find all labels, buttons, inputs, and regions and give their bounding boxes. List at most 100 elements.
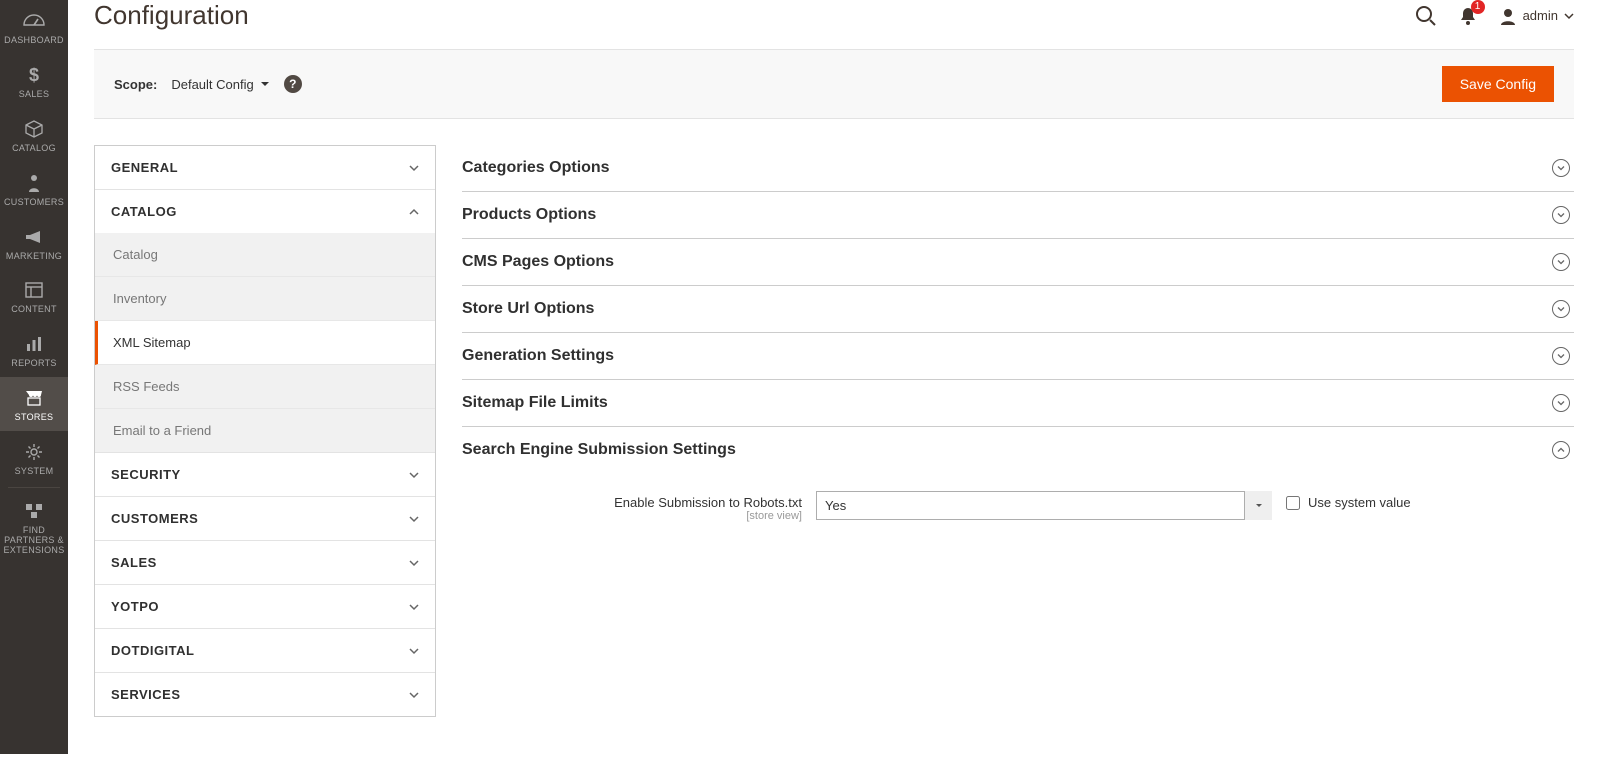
chevron-up-icon xyxy=(409,207,419,217)
robots-select[interactable]: Yes xyxy=(816,491,1272,520)
nav-label: CATALOG xyxy=(10,144,58,154)
config-group-yotpo: YOTPO xyxy=(95,585,435,629)
nav-content[interactable]: CONTENT xyxy=(0,269,68,323)
config-group-sales: SALES xyxy=(95,541,435,585)
config-group-services: SERVICES xyxy=(95,673,435,716)
nav-catalog[interactable]: CATALOG xyxy=(0,108,68,162)
section-title: Store Url Options xyxy=(462,300,594,318)
config-item-catalog[interactable]: Catalog xyxy=(95,233,435,277)
chevron-down-icon xyxy=(409,470,419,480)
section-store-url-options[interactable]: Store Url Options xyxy=(462,286,1574,333)
use-system-value-checkbox[interactable] xyxy=(1286,496,1300,510)
config-layout: GENERAL CATALOG Catalog Inventory XML Si… xyxy=(94,145,1574,717)
search-button[interactable] xyxy=(1415,5,1437,27)
main-content: Configuration 1 admin Scope: Default Con… xyxy=(68,0,1600,757)
nav-sales[interactable]: $ SALES xyxy=(0,54,68,108)
section-title: CMS Pages Options xyxy=(462,253,614,271)
nav-stores[interactable]: STORES xyxy=(0,377,68,431)
section-categories-options[interactable]: Categories Options xyxy=(462,145,1574,192)
section-search-engine-submission[interactable]: Search Engine Submission Settings xyxy=(462,427,1574,473)
page-title: Configuration xyxy=(94,0,249,31)
box-icon xyxy=(24,118,44,140)
expand-icon xyxy=(1552,253,1570,271)
chevron-down-icon xyxy=(409,690,419,700)
nav-label: REPORTS xyxy=(9,359,58,369)
nav-label: SALES xyxy=(17,90,52,100)
section-products-options[interactable]: Products Options xyxy=(462,192,1574,239)
notifications-button[interactable]: 1 xyxy=(1459,6,1477,26)
config-group-head[interactable]: YOTPO xyxy=(95,585,435,628)
config-group-head[interactable]: CATALOG xyxy=(95,190,435,233)
save-config-button[interactable]: Save Config xyxy=(1442,66,1554,102)
config-item-xml-sitemap[interactable]: XML Sitemap xyxy=(95,321,435,365)
config-group-label: YOTPO xyxy=(111,599,159,614)
section-generation-settings[interactable]: Generation Settings xyxy=(462,333,1574,380)
section-cms-pages-options[interactable]: CMS Pages Options xyxy=(462,239,1574,286)
chevron-down-icon xyxy=(409,646,419,656)
chevron-down-icon xyxy=(409,163,419,173)
gear-icon xyxy=(25,441,43,463)
config-group-head[interactable]: DOTDIGITAL xyxy=(95,629,435,672)
expand-icon xyxy=(1552,206,1570,224)
section-sitemap-file-limits[interactable]: Sitemap File Limits xyxy=(462,380,1574,427)
config-group-label: SECURITY xyxy=(111,467,181,482)
admin-left-nav: DASHBOARD $ SALES CATALOG CUSTOMERS MARK… xyxy=(0,0,68,754)
nav-label: SYSTEM xyxy=(13,467,56,477)
expand-icon xyxy=(1552,394,1570,412)
expand-icon xyxy=(1552,300,1570,318)
chevron-down-icon xyxy=(409,602,419,612)
config-group-dotdigital: DOTDIGITAL xyxy=(95,629,435,673)
chevron-down-icon xyxy=(1564,11,1574,21)
nav-label: MARKETING xyxy=(4,252,64,262)
notifications-badge: 1 xyxy=(1471,0,1485,14)
config-group-catalog: CATALOG Catalog Inventory XML Sitemap RS… xyxy=(95,190,435,453)
config-group-head[interactable]: SERVICES xyxy=(95,673,435,716)
nav-system[interactable]: SYSTEM xyxy=(0,431,68,485)
field-extra-col: Use system value xyxy=(1286,491,1411,510)
config-group-head[interactable]: GENERAL xyxy=(95,146,435,189)
config-group-head[interactable]: CUSTOMERS xyxy=(95,497,435,540)
config-content: Categories Options Products Options CMS … xyxy=(462,145,1574,526)
admin-user-label: admin xyxy=(1523,8,1558,23)
store-icon xyxy=(24,387,44,409)
config-group-label: GENERAL xyxy=(111,160,178,175)
bars-icon xyxy=(25,333,43,355)
config-group-label: CUSTOMERS xyxy=(111,511,198,526)
section-title: Categories Options xyxy=(462,159,610,177)
nav-separator xyxy=(8,487,60,488)
config-item-email-friend[interactable]: Email to a Friend xyxy=(95,409,435,452)
config-group-label: SALES xyxy=(111,555,157,570)
field-input-col: Yes xyxy=(816,491,1272,520)
section-title: Products Options xyxy=(462,206,596,224)
config-group-label: CATALOG xyxy=(111,204,177,219)
nav-label: STORES xyxy=(13,413,56,423)
nav-label: CONTENT xyxy=(9,305,59,315)
scope-bar-left: Scope: Default Config ? xyxy=(114,75,302,93)
select-wrap: Yes xyxy=(816,491,1272,520)
nav-customers[interactable]: CUSTOMERS xyxy=(0,162,68,216)
nav-dashboard[interactable]: DASHBOARD xyxy=(0,0,68,54)
expand-icon xyxy=(1552,347,1570,365)
config-item-rss-feeds[interactable]: RSS Feeds xyxy=(95,365,435,409)
section-title: Search Engine Submission Settings xyxy=(462,441,736,459)
config-group-body: Catalog Inventory XML Sitemap RSS Feeds … xyxy=(95,233,435,452)
config-group-general: GENERAL xyxy=(95,146,435,190)
chevron-down-icon xyxy=(409,514,419,524)
nav-marketing[interactable]: MARKETING xyxy=(0,216,68,270)
user-icon xyxy=(1499,7,1517,25)
config-group-label: DOTDIGITAL xyxy=(111,643,194,658)
admin-user-menu[interactable]: admin xyxy=(1499,7,1574,25)
scope-help-button[interactable]: ? xyxy=(284,75,302,93)
scope-selector[interactable]: Default Config xyxy=(171,77,269,92)
expand-icon xyxy=(1552,159,1570,177)
config-item-inventory[interactable]: Inventory xyxy=(95,277,435,321)
config-group-head[interactable]: SALES xyxy=(95,541,435,584)
nav-partners[interactable]: FIND PARTNERS & EXTENSIONS xyxy=(0,490,68,564)
section-title: Generation Settings xyxy=(462,347,614,365)
nav-reports[interactable]: REPORTS xyxy=(0,323,68,377)
page-header: Configuration 1 admin xyxy=(94,0,1574,49)
config-group-head[interactable]: SECURITY xyxy=(95,453,435,496)
field-label: Enable Submission to Robots.txt xyxy=(462,495,802,510)
megaphone-icon xyxy=(24,226,44,248)
layout-icon xyxy=(25,279,43,301)
